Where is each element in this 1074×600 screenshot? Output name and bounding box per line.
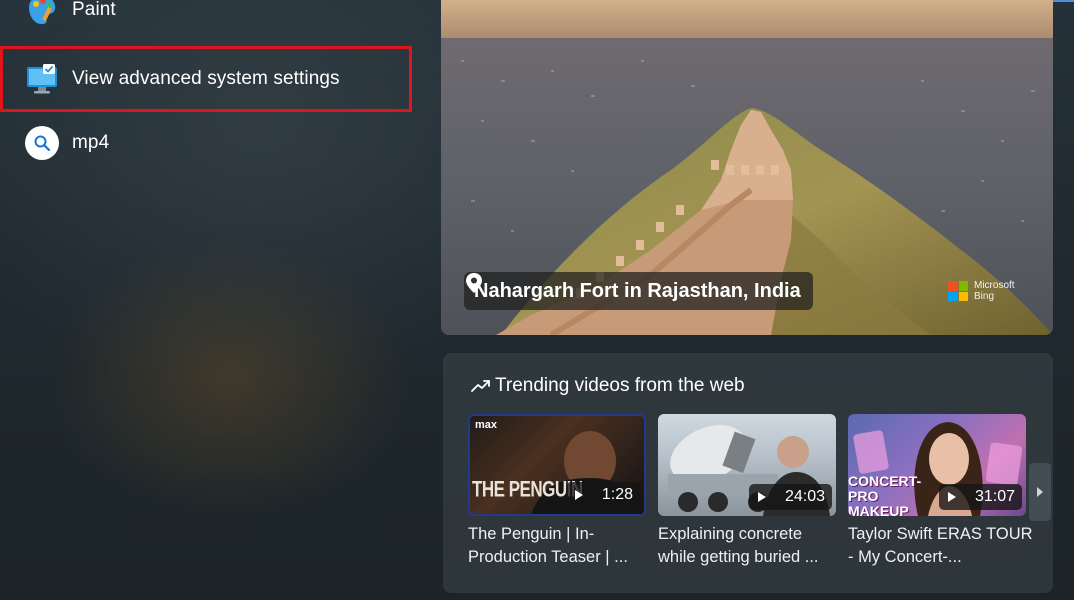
video-thumbnail[interactable]: max THE PENGUIN 1:28 xyxy=(468,414,646,516)
result-label: View advanced system settings xyxy=(72,68,340,89)
video-duration: 1:28 xyxy=(601,486,633,503)
duration-badge: 31:07 xyxy=(938,484,1022,510)
hero-image-card[interactable]: Nahargarh Fort in Rajasthan, India Micro… xyxy=(441,0,1053,335)
trending-arrow-icon xyxy=(471,380,490,392)
duration-badge: 1:28 xyxy=(565,482,640,508)
result-item-mp4[interactable]: mp4 xyxy=(0,111,410,175)
video-duration: 31:07 xyxy=(974,488,1015,505)
video-card-taylor-swift[interactable]: CONCERT-PRO MAKEUP 31:07 Taylor Swift ER… xyxy=(848,414,1033,569)
video-duration: 24:03 xyxy=(784,488,825,505)
microsoft-bing-logo: Microsoft Bing xyxy=(948,280,1015,302)
trending-title[interactable]: Trending videos from the web xyxy=(471,375,745,397)
play-icon xyxy=(574,490,583,500)
system-settings-icon xyxy=(24,61,60,97)
search-icon-container xyxy=(24,125,60,161)
result-item-paint[interactable]: Paint xyxy=(0,0,410,42)
max-logo: max xyxy=(475,419,498,431)
video-title[interactable]: The Penguin | In-Production Teaser | ... xyxy=(468,523,654,569)
trending-title-text: Trending videos from the web xyxy=(495,375,745,396)
location-chip[interactable]: Nahargarh Fort in Rajasthan, India xyxy=(464,272,813,310)
search-results-list: Paint View advanced system settings mp4 xyxy=(0,0,420,600)
play-icon xyxy=(757,492,766,502)
chevron-right-icon xyxy=(1037,487,1043,497)
location-pin-icon xyxy=(466,273,482,293)
brand-line-bing: Bing xyxy=(974,291,995,302)
paint-icon xyxy=(24,0,60,28)
brand-line-microsoft: Microsoft xyxy=(974,280,1015,291)
carousel-next-button[interactable] xyxy=(1029,463,1051,521)
trending-videos-panel: Trending videos from the web max THE PEN… xyxy=(443,353,1053,593)
result-label: Paint xyxy=(72,0,116,20)
result-label: mp4 xyxy=(72,132,110,153)
video-title[interactable]: Taylor Swift ERAS TOUR - My Concert-... xyxy=(848,523,1034,569)
video-card-penguin[interactable]: max THE PENGUIN 1:28 The Penguin | In-Pr… xyxy=(468,414,646,569)
video-thumbnail[interactable]: CONCERT-PRO MAKEUP 31:07 xyxy=(848,414,1026,516)
search-icon xyxy=(25,126,59,160)
microsoft-logo-icon xyxy=(948,281,968,301)
video-card-concrete[interactable]: 24:03 Explaining concrete while getting … xyxy=(658,414,836,569)
thumbnail-overlay-text: CONCERT-PRO MAKEUP xyxy=(848,473,922,517)
duration-badge: 24:03 xyxy=(748,484,832,510)
video-title[interactable]: Explaining concrete while getting buried… xyxy=(658,523,844,569)
play-icon xyxy=(947,492,956,502)
location-text: Nahargarh Fort in Rajasthan, India xyxy=(474,279,801,302)
video-thumbnail[interactable]: 24:03 xyxy=(658,414,836,516)
result-item-advanced-system-settings[interactable]: View advanced system settings xyxy=(0,46,412,112)
